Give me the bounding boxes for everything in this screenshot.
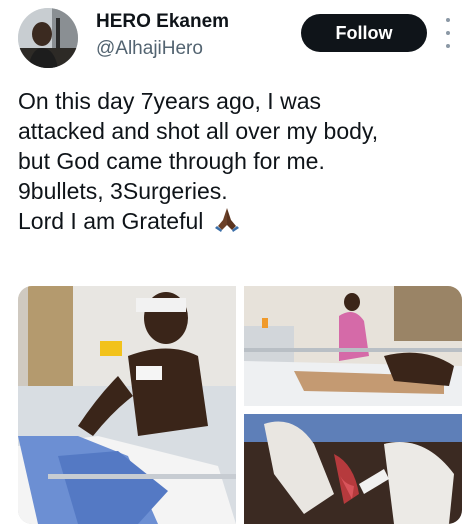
author-handle[interactable]: @AlhajiHero [96, 37, 203, 61]
tweet-line: 9bullets, 3Surgeries. [18, 178, 228, 204]
media-grid [18, 286, 462, 524]
dot [446, 44, 450, 48]
wound-care-photo-icon [244, 414, 462, 524]
dot [446, 18, 450, 22]
profile-photo-icon [18, 8, 78, 68]
follow-button[interactable]: Follow [301, 14, 427, 52]
tweet-line: Lord I am Grateful [18, 208, 204, 234]
avatar[interactable] [18, 8, 78, 68]
tweet-line: On this day 7years ago, I was [18, 88, 321, 114]
folded-hands-icon [214, 206, 240, 239]
dot [446, 31, 450, 35]
tweet-header: HERO Ekanem @AlhajiHero Follow [0, 0, 474, 80]
media-photo-3[interactable] [244, 414, 462, 524]
more-options-icon[interactable] [440, 18, 456, 48]
hospital-bed-photo-icon [18, 286, 236, 524]
tweet-line-with-emoji: Lord I am Grateful [18, 206, 458, 239]
tweet-text: On this day 7years ago, I was attacked a… [18, 86, 458, 239]
media-photo-1[interactable] [18, 286, 236, 524]
nurse-bedside-photo-icon [244, 286, 462, 406]
media-photo-2[interactable] [244, 286, 462, 406]
author-display-name[interactable]: HERO Ekanem [96, 10, 229, 34]
tweet-line: attacked and shot all over my body, [18, 118, 379, 144]
tweet-line: but God came through for me. [18, 148, 325, 174]
